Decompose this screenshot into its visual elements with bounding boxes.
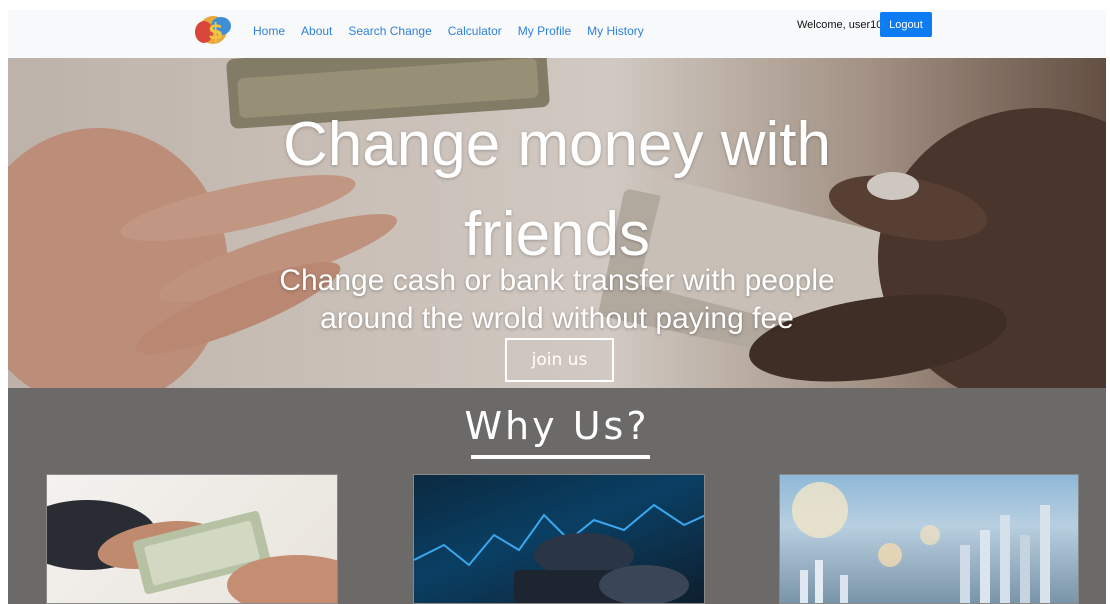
navbar: $ Home About Search Change Calculator My… [8, 10, 1106, 58]
feature-card-trading-image [413, 474, 705, 604]
hero-subtitle-line: around the wrold without paying fee [320, 302, 794, 335]
nav-search-change-link[interactable]: Search Change [348, 24, 431, 38]
feature-card-cash-image [46, 474, 338, 604]
nav-my-profile-link[interactable]: My Profile [518, 24, 571, 38]
nav-calculator-link[interactable]: Calculator [448, 24, 502, 38]
svg-text:$: $ [208, 20, 223, 45]
logout-button[interactable]: Logout [880, 12, 932, 37]
finance-bars-image [792, 482, 1050, 603]
nav-home-link[interactable]: Home [253, 24, 285, 38]
why-us-title: Why Us? [464, 404, 650, 448]
nav-about-link[interactable]: About [301, 24, 332, 38]
cash-exchange-image [47, 500, 337, 603]
hero-banner: Change money with friends Change cash or… [8, 58, 1106, 388]
why-us-section: Why Us? [8, 388, 1106, 604]
nav-my-history-link[interactable]: My History [587, 24, 644, 38]
hero-subtitle: Change cash or bank transfer with people… [8, 262, 1106, 338]
trading-chart-image [414, 503, 704, 603]
hero-subtitle-line: Change cash or bank transfer with people [279, 264, 835, 297]
welcome-text: Welcome, user10 [797, 19, 883, 31]
feature-card-finance-image [779, 474, 1079, 604]
title-underline [471, 455, 650, 459]
hero-title-line: Change money with [283, 110, 831, 179]
logo-icon[interactable]: $ [190, 12, 236, 46]
join-us-button[interactable]: join us [505, 338, 614, 382]
nav-links: Home About Search Change Calculator My P… [253, 24, 660, 38]
hero-title: Change money with friends [8, 100, 1106, 280]
